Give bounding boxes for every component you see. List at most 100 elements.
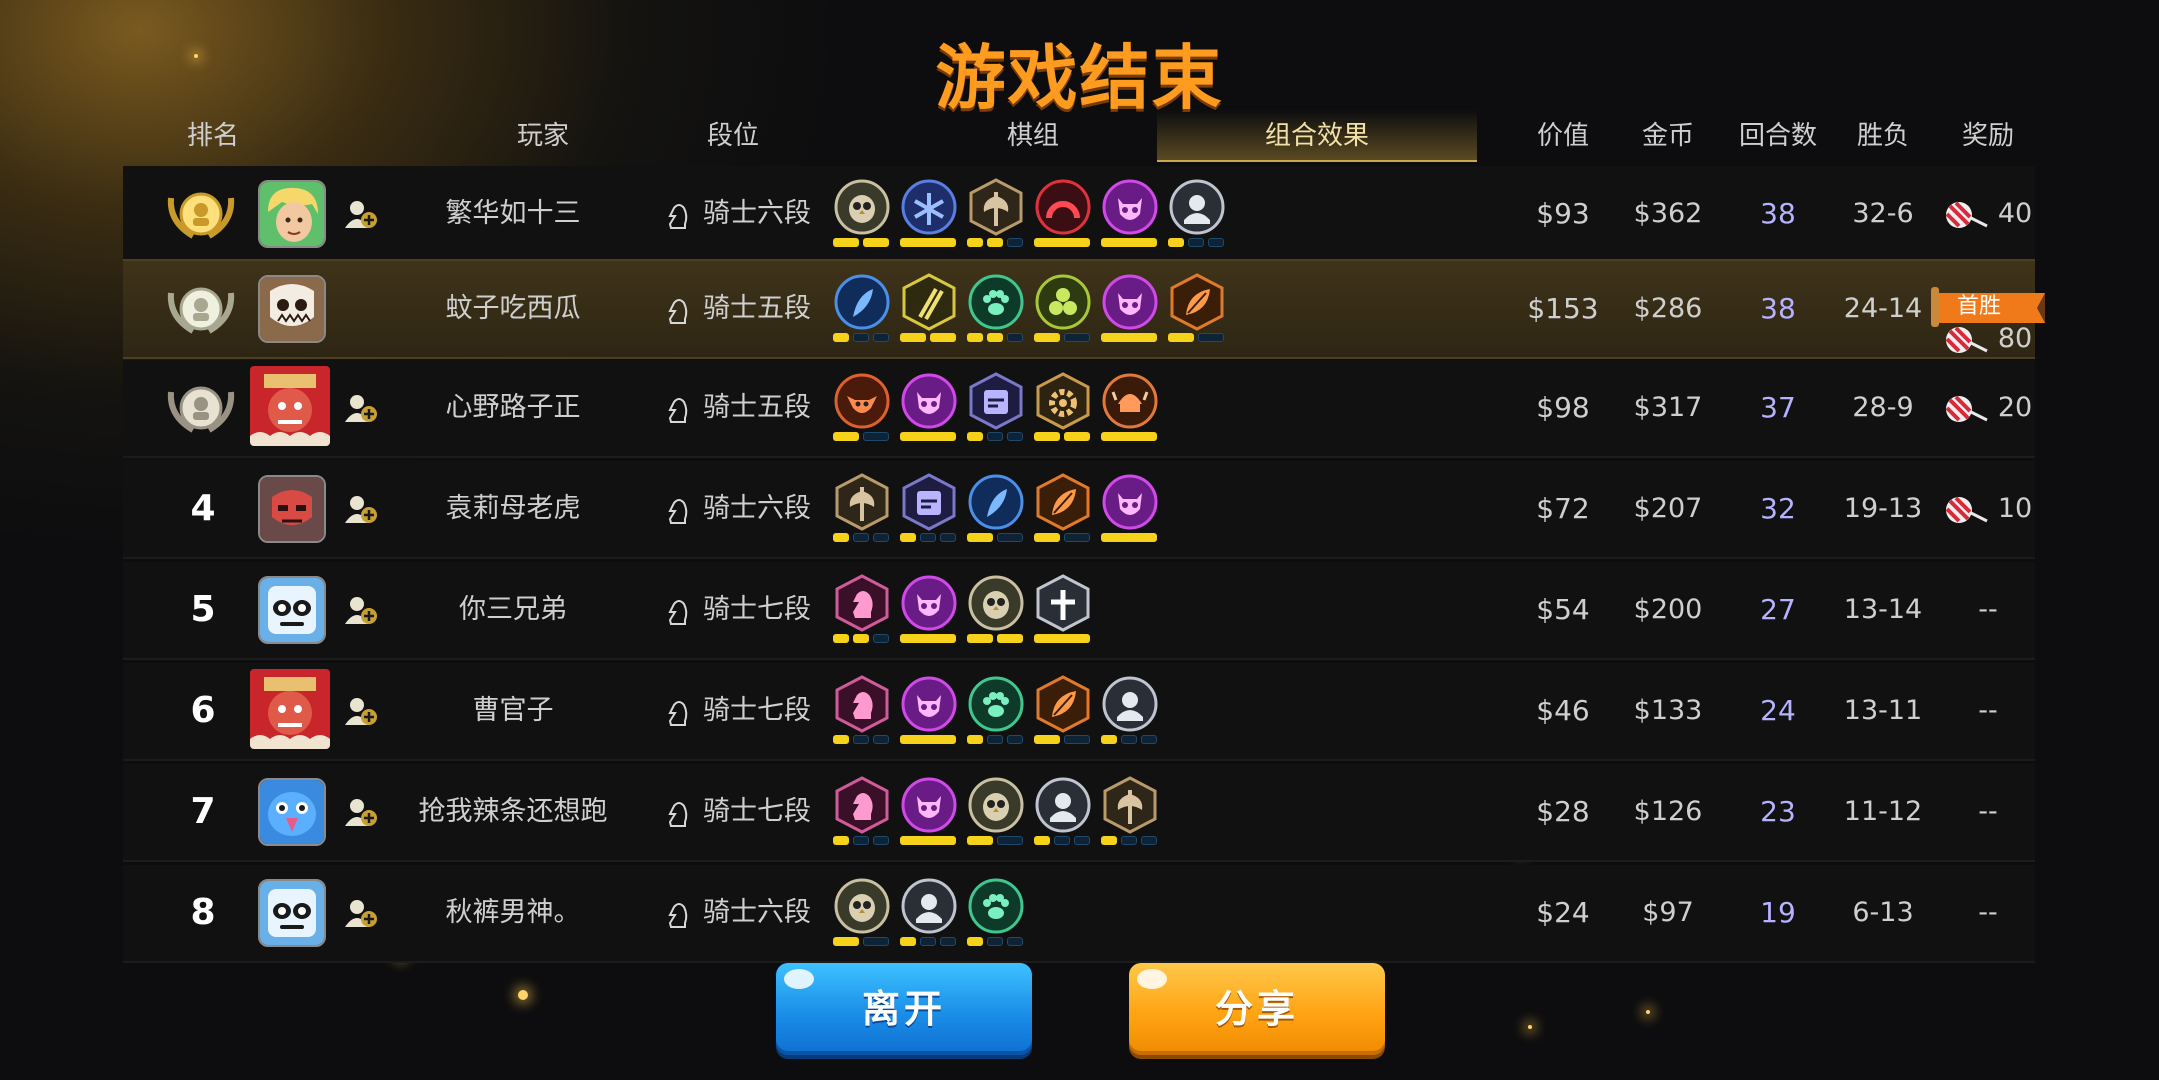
synergy-level-segment: [1188, 238, 1204, 247]
demon-icon[interactable]: [1101, 176, 1159, 238]
add-friend-icon[interactable]: [343, 196, 379, 232]
gold: $133: [1633, 695, 1703, 726]
demon-icon[interactable]: [900, 370, 958, 432]
axe-icon[interactable]: [967, 176, 1025, 238]
demon-icon[interactable]: [900, 572, 958, 634]
axe-icon[interactable]: [833, 471, 891, 533]
paw-icon[interactable]: [967, 875, 1025, 937]
header-rank: 排名: [186, 121, 239, 151]
cross-icon[interactable]: [1034, 572, 1092, 634]
owl-icon[interactable]: [967, 774, 1025, 836]
add-friend-icon[interactable]: [343, 794, 379, 830]
orbs-icon[interactable]: [1034, 271, 1092, 333]
demon-icon[interactable]: [1101, 471, 1159, 533]
synergy-level-bars: [833, 238, 1263, 250]
daggers-icon[interactable]: [900, 271, 958, 333]
add-friend-icon[interactable]: [343, 895, 379, 931]
paw-icon[interactable]: [967, 673, 1025, 735]
win-loss: 19-13: [1843, 493, 1923, 524]
win-loss: 28-9: [1852, 392, 1914, 423]
tablet-icon[interactable]: [967, 370, 1025, 432]
reward: 10: [1933, 461, 2043, 557]
demon-icon[interactable]: [900, 673, 958, 735]
gear-icon[interactable]: [1034, 370, 1092, 432]
table-row: 5 你三兄弟 骑士七段 $54 $200 27 13-14 --: [123, 562, 2035, 660]
rank-number: 8: [190, 892, 216, 933]
snowflake-icon[interactable]: [900, 176, 958, 238]
candy-icon: [1944, 493, 1998, 524]
leave-button[interactable]: 离开: [776, 963, 1032, 1055]
leaf-icon[interactable]: [1034, 471, 1092, 533]
tab-synergy[interactable]: 组合效果: [1157, 110, 1477, 162]
avatar[interactable]: [258, 778, 326, 846]
paw-icon[interactable]: [967, 271, 1025, 333]
feather-icon[interactable]: [967, 471, 1025, 533]
axe-icon[interactable]: [1101, 774, 1159, 836]
synergy-level-segment: [853, 333, 869, 342]
tier: 骑士五段: [628, 360, 848, 456]
share-button[interactable]: 分享: [1129, 963, 1385, 1055]
helmet-icon[interactable]: [1168, 176, 1226, 238]
synergy-level-segment: [987, 432, 1003, 441]
avatar[interactable]: [258, 475, 326, 543]
synergy-level-segment: [833, 333, 849, 342]
leave-button-label: 离开: [861, 987, 946, 1031]
chess-knight-icon: [665, 897, 703, 928]
avatar[interactable]: [258, 275, 326, 343]
chess-knight-icon: [665, 796, 703, 827]
owl-icon[interactable]: [967, 572, 1025, 634]
value: $46: [1536, 694, 1590, 727]
helmet-icon[interactable]: [900, 875, 958, 937]
synergy-level-segment: [920, 937, 936, 946]
win-loss: 32-6: [1852, 198, 1914, 229]
tier: 骑士七段: [628, 663, 848, 759]
synergy-level-segment: [1034, 432, 1060, 441]
table-row: 4 袁莉母老虎 骑士六段 $72 $207 32 19-13 10: [123, 461, 2035, 559]
synergy-level-segment: [1101, 735, 1117, 744]
synergy-level-segment: [1101, 432, 1157, 441]
tablet-icon[interactable]: [900, 471, 958, 533]
header-reward: 奖励: [1961, 121, 2014, 151]
avatar[interactable]: [258, 879, 326, 947]
synergy-level-segment: [987, 937, 1003, 946]
leaf-icon[interactable]: [1034, 673, 1092, 735]
tier-label: 骑士五段: [703, 293, 811, 324]
knight-icon[interactable]: [833, 572, 891, 634]
rank-number: 7: [190, 791, 216, 832]
win-loss: 13-11: [1843, 695, 1923, 726]
tab-pieces[interactable]: 棋组: [953, 110, 1113, 160]
demon-icon[interactable]: [1101, 271, 1159, 333]
player-name: 你三兄弟: [459, 594, 567, 625]
knight-icon[interactable]: [833, 774, 891, 836]
avatar[interactable]: [250, 669, 330, 749]
knight-icon[interactable]: [833, 673, 891, 735]
add-friend-icon[interactable]: [343, 592, 379, 628]
owl-icon[interactable]: [833, 875, 891, 937]
synergy-level-segment: [1101, 836, 1117, 845]
arch-icon[interactable]: [1034, 176, 1092, 238]
demon-icon[interactable]: [900, 774, 958, 836]
chess-knight-icon: [665, 695, 703, 726]
avatar[interactable]: [250, 366, 330, 446]
helmet-icon[interactable]: [1034, 774, 1092, 836]
synergy-level-segment: [1198, 333, 1224, 342]
synergy-level-segment: [997, 533, 1023, 542]
rank-medal-silver-icon: [165, 279, 237, 339]
add-friend-icon[interactable]: [343, 390, 379, 426]
add-friend-icon[interactable]: [343, 491, 379, 527]
owl-icon[interactable]: [833, 176, 891, 238]
helmet-icon[interactable]: [1101, 673, 1159, 735]
feather-icon[interactable]: [833, 271, 891, 333]
viking-icon[interactable]: [1101, 370, 1159, 432]
avatar[interactable]: [258, 576, 326, 644]
goblin-icon[interactable]: [833, 370, 891, 432]
rounds: 24: [1760, 694, 1796, 727]
avatar[interactable]: [258, 180, 326, 248]
reward: --: [1933, 562, 2043, 658]
add-friend-icon[interactable]: [343, 693, 379, 729]
table-row: 8 秋裤男神。 骑士六段 $24 $97 19 6-13 --: [123, 865, 2035, 963]
gold: $126: [1633, 796, 1703, 827]
synergy-level-segment: [1121, 735, 1137, 744]
leaf-icon[interactable]: [1168, 271, 1226, 333]
synergy-level-segment: [997, 836, 1023, 845]
